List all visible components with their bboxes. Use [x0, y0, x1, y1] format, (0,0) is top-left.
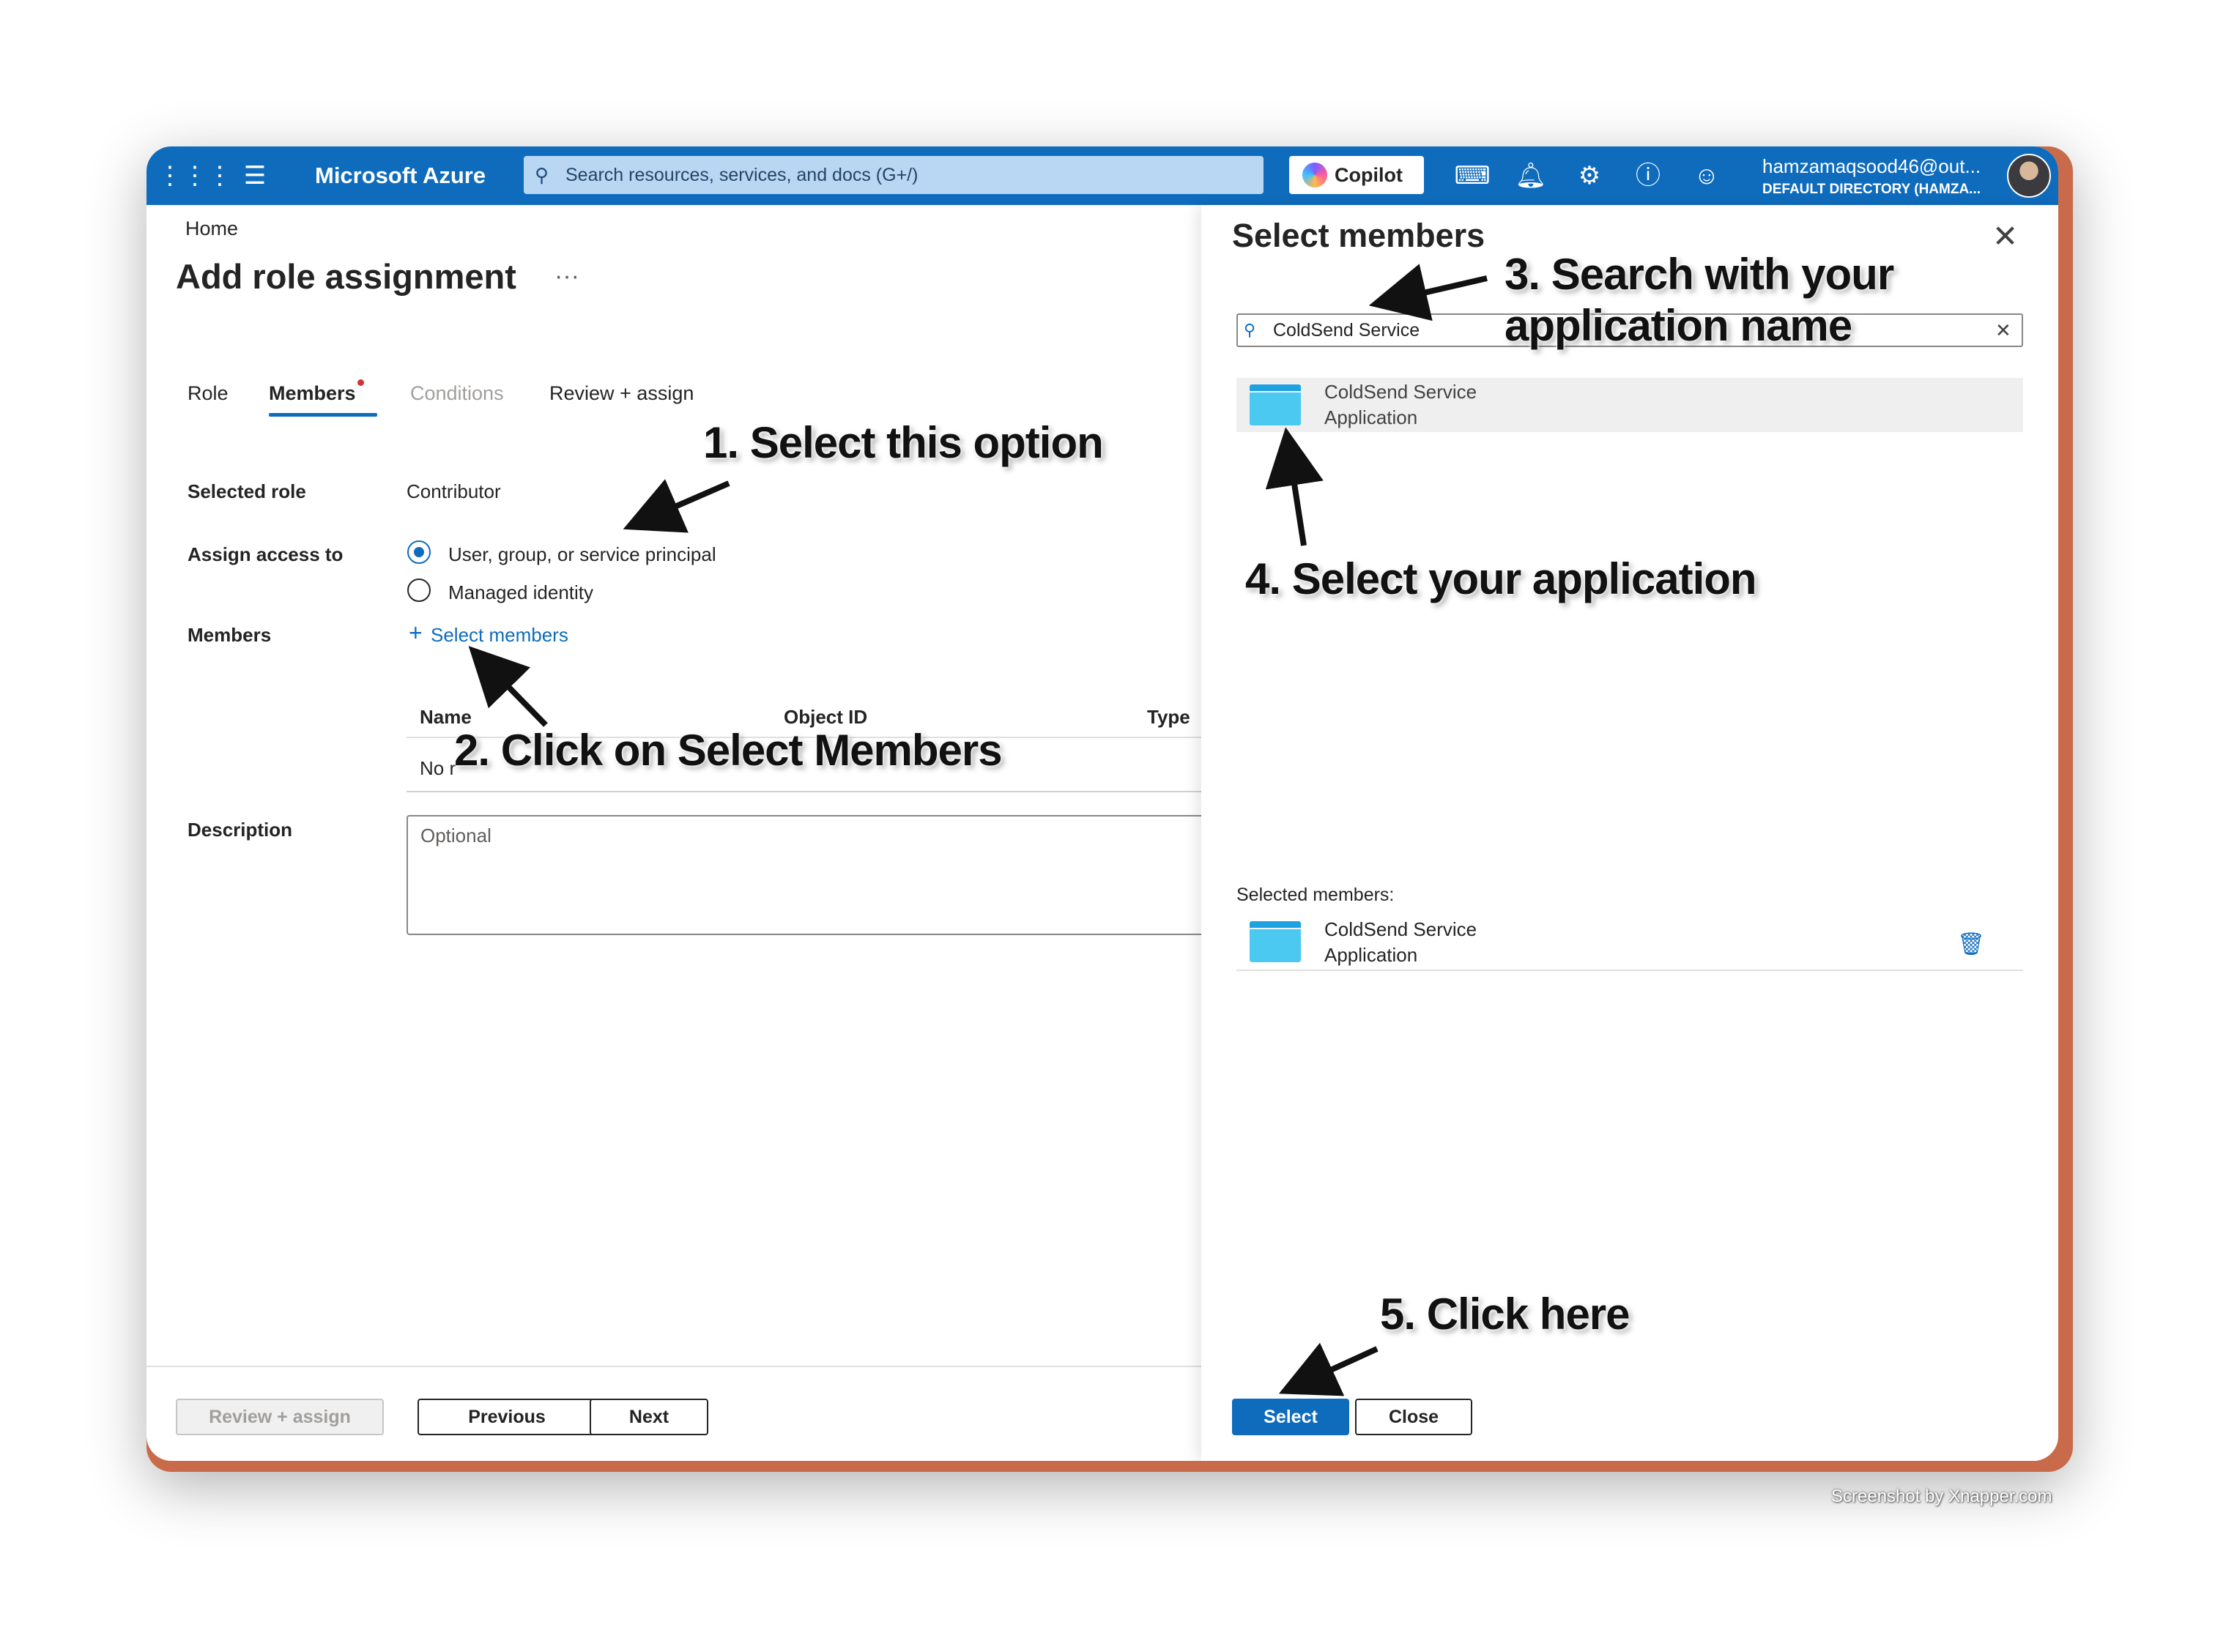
- arrow-step4: [1265, 427, 1324, 546]
- annotation-step2: 2. Click on Select Members: [454, 726, 1003, 775]
- arrow-step5: [1278, 1342, 1379, 1396]
- annotation-step1: 1. Select this option: [703, 418, 1104, 467]
- annotation-step3-line1: 3. Search with your: [1505, 250, 1894, 299]
- annotation-step3-line2: application name: [1505, 301, 1852, 350]
- arrow-step1: [623, 479, 730, 533]
- arrow-step2: [468, 646, 548, 727]
- screenshot-credit: Screenshot by Xnapper.com: [1831, 1487, 2052, 1506]
- browser-window: ⋮⋮⋮ ☰ Microsoft Azure ⚲ Search resources…: [146, 146, 2058, 1461]
- arrow-step3: [1368, 264, 1488, 321]
- annotation-step4: 4. Select your application: [1245, 554, 1757, 603]
- annotation-step5: 5. Click here: [1380, 1290, 1630, 1339]
